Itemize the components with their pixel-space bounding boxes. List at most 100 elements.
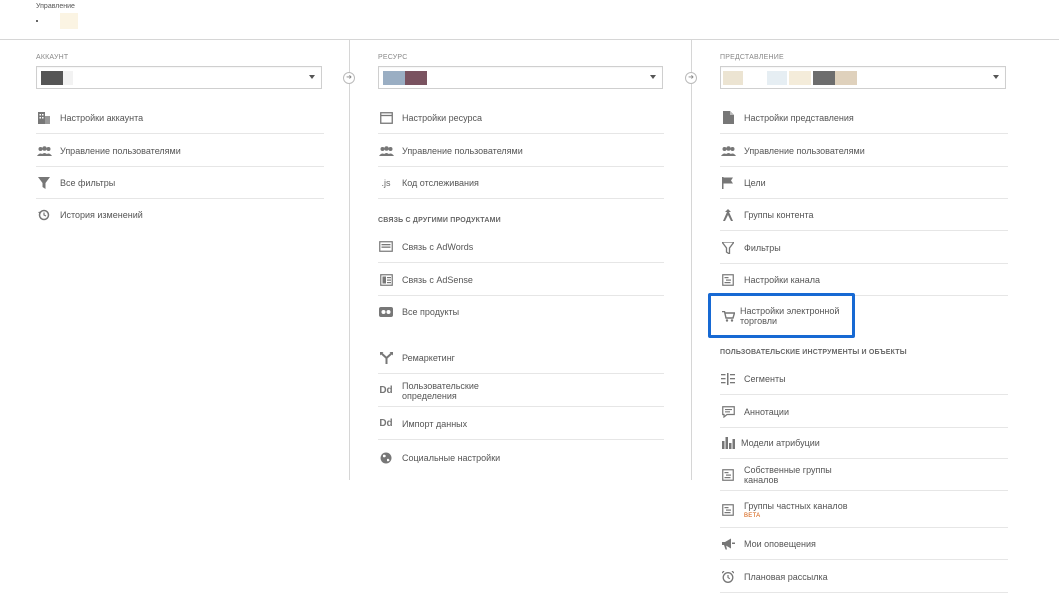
chevron-down-icon [309, 75, 315, 79]
chevron-down-icon [650, 75, 656, 79]
item-label: Собственные группы каналов [744, 464, 832, 485]
item-label: Сегменты [744, 373, 786, 384]
property-users-item[interactable]: Управление пользователями [378, 135, 664, 167]
view-users-item[interactable]: Управление пользователями [720, 135, 1008, 167]
adwords-link-item[interactable]: Связь с AdWords [378, 231, 664, 263]
account-settings-item[interactable]: Настройки аккаунта [36, 102, 324, 134]
item-label: Группы частных каналов [744, 500, 848, 511]
channel-settings-item[interactable]: Настройки канала [720, 264, 1008, 296]
my-alerts-item[interactable]: Мои оповещения [720, 528, 1008, 560]
custom-tools-section: ПОЛЬЗОВАТЕЛЬСКИЕ ИНСТРУМЕНТЫ И ОБЪЕКТЫ [720, 349, 907, 356]
all-products-item[interactable]: Все продукты [378, 296, 664, 328]
products-icon [378, 304, 394, 320]
chevron-down-icon [993, 75, 999, 79]
account-name-redacted [36, 20, 38, 22]
flag-icon [720, 175, 736, 191]
custom-definitions-item[interactable]: Dd Пользовательские определения [378, 375, 664, 407]
channel-icon [720, 467, 736, 483]
item-label: Аннотации [744, 406, 789, 417]
window-icon [378, 110, 394, 126]
segments-item[interactable]: Сегменты [720, 363, 1008, 395]
item-label: История изменений [60, 210, 143, 220]
item-label: Код отслеживания [402, 177, 479, 188]
view-select[interactable] [720, 66, 1006, 89]
remarketing-item[interactable]: Ремаркетинг [378, 342, 664, 374]
users-icon [36, 143, 52, 159]
item-label: Управление пользователями [402, 145, 523, 156]
adsense-link-item[interactable]: Связь с AdSense [378, 264, 664, 296]
item-label: Настройки канала [744, 274, 821, 285]
remarketing-icon [378, 350, 394, 366]
item-label: Группы контента [744, 209, 814, 220]
item-label: Связь с AdSense [402, 274, 473, 285]
item-label: Модели атрибуции [741, 437, 820, 448]
data-import-item[interactable]: Dd Импорт данных [378, 408, 664, 440]
segments-icon [720, 371, 736, 387]
property-select[interactable] [378, 66, 663, 89]
building-icon [36, 110, 52, 126]
item-label: Ремаркетинг [402, 352, 455, 363]
history-icon [36, 207, 52, 223]
item-label: Фильтры [744, 242, 781, 253]
social-settings-item[interactable]: Социальные настройки [378, 442, 664, 474]
item-label: Социальные настройки [402, 453, 501, 463]
account-label: АККАУНТ [36, 54, 69, 61]
change-history-item[interactable]: История изменений [36, 199, 324, 231]
column-divider [691, 40, 692, 480]
ecommerce-highlight-box [708, 293, 855, 338]
private-channel-groups-item[interactable]: Группы частных каналов BETA [720, 492, 1008, 528]
users-icon [720, 143, 736, 159]
property-label: РЕСУРС [378, 54, 408, 61]
adwords-icon [378, 239, 394, 255]
js-icon: .js [381, 177, 391, 188]
annotation-icon [720, 404, 736, 420]
annotations-item[interactable]: Аннотации [720, 396, 1008, 428]
megaphone-icon [720, 536, 736, 552]
attribution-models-item[interactable]: Модели атрибуции [720, 427, 1008, 459]
view-settings-item[interactable]: Настройки представления [720, 102, 1008, 134]
beta-badge: BETA [744, 512, 761, 519]
item-label: Управление пользователями [60, 145, 181, 156]
globe-icon [378, 450, 394, 466]
linked-products-section: СВЯЗЬ С ДРУГИМИ ПРОДУКТАМИ [378, 217, 501, 224]
account-select[interactable] [36, 66, 322, 89]
property-settings-item[interactable]: Настройки ресурса [378, 102, 664, 134]
account-users-item[interactable]: Управление пользователями [36, 135, 324, 167]
item-label: Настройки представления [744, 112, 854, 123]
arrow-right-icon: ➜ [685, 72, 697, 84]
bar-chart-icon [720, 435, 736, 451]
view-filters-item[interactable]: Фильтры [720, 232, 1008, 264]
item-label: Управление пользователями [744, 145, 865, 156]
column-divider [349, 40, 350, 480]
item-label: Плановая рассылка [744, 571, 828, 582]
account-name-redacted-block [60, 13, 78, 29]
view-label: ПРЕДСТАВЛЕНИЕ [720, 54, 784, 61]
item-label: Пользовательские определения [402, 380, 479, 401]
dd-icon: Dd [379, 385, 393, 396]
channel-icon [720, 272, 736, 288]
dd-icon: Dd [379, 418, 393, 429]
users-icon [378, 143, 394, 159]
top-bar: Управление [0, 0, 1059, 40]
item-label: Связь с AdWords [402, 241, 474, 252]
item-label: Мои оповещения [744, 538, 816, 549]
content-group-icon [720, 207, 736, 223]
item-label: Импорт данных [402, 418, 468, 429]
custom-channel-groups-item[interactable]: Собственные группы каналов [720, 459, 1008, 491]
filter-icon [720, 240, 736, 256]
content-groups-item[interactable]: Группы контента [720, 199, 1008, 231]
scheduled-emails-item[interactable]: Плановая рассылка [720, 561, 1008, 593]
account-filters-item[interactable]: Все фильтры [36, 167, 324, 199]
item-label: Настройки аккаунта [60, 112, 144, 123]
item-label: Настройки ресурса [402, 112, 483, 123]
item-label: Цели [744, 177, 766, 188]
item-text: Группы частных каналов BETA [744, 501, 848, 519]
adsense-icon [378, 272, 394, 288]
clock-icon [720, 569, 736, 585]
item-label: Все фильтры [60, 177, 116, 188]
tracking-code-item[interactable]: .js Код отслеживания [378, 167, 664, 199]
goals-item[interactable]: Цели [720, 167, 1008, 199]
item-label: Все продукты [402, 307, 460, 317]
document-icon [720, 110, 736, 126]
arrow-right-icon: ➜ [343, 72, 355, 84]
